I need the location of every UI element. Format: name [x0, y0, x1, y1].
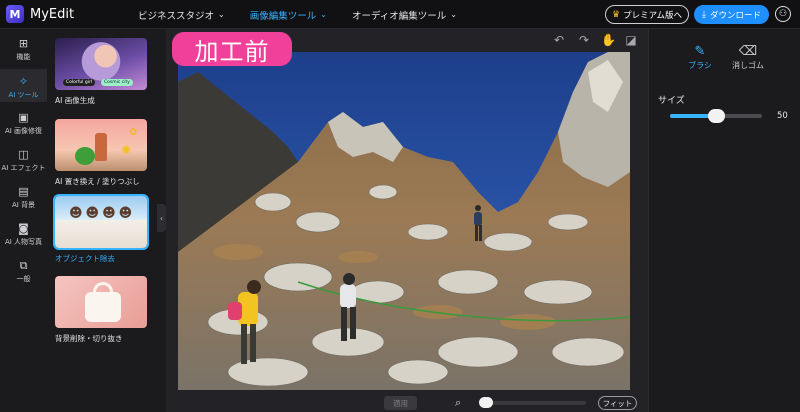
- redo-icon[interactable]: ↷: [577, 33, 591, 47]
- app-logo[interactable]: M MyEdit: [6, 5, 74, 23]
- size-label: サイズ: [658, 96, 685, 106]
- eraser-icon: ⌫: [738, 44, 758, 59]
- tool-card-ai-image-generation[interactable]: Colorful girl Cosmic city AI 画像生成: [55, 38, 147, 106]
- undo-icon[interactable]: ↶: [552, 33, 566, 47]
- handbag-handle: [93, 282, 113, 296]
- chevron-down-icon: ⌄: [218, 10, 225, 19]
- app-name: MyEdit: [30, 6, 75, 22]
- zoom-slider-track[interactable]: [480, 401, 586, 405]
- portrait-icon: ◙: [18, 222, 29, 235]
- size-value: 50: [777, 111, 788, 121]
- tool-card-object-removal[interactable]: ☻☻☻☻ オブジェクト除去: [53, 194, 149, 264]
- rail-label: AI ツール: [8, 91, 39, 99]
- brush-tab-label: ブラシ: [688, 61, 712, 70]
- eraser-tab-label: 消しゴム: [732, 61, 764, 70]
- zoom-slider-knob[interactable]: [479, 397, 493, 408]
- mountain-photo-image: [178, 52, 630, 390]
- main-nav: ビジネススタジオ ⌄ 画像編集ツール ⌄ オーディオ編集ツール ⌄: [138, 0, 482, 29]
- rail-label: AI 人物写真: [4, 238, 43, 246]
- tool-card-caption: オブジェクト除去: [55, 254, 115, 263]
- greenery-shape: [75, 147, 95, 165]
- rail-item-ai-background[interactable]: ▤ AI 背景: [0, 185, 47, 213]
- tool-preview-image: ✿ ✺: [55, 119, 147, 171]
- people-shape: ☻☻☻☻: [69, 206, 136, 221]
- brush-tab[interactable]: ✎ ブラシ: [680, 44, 720, 71]
- tool-card-background-removal[interactable]: 背景削除・切り抜き: [55, 276, 147, 344]
- brush-settings-panel: [648, 29, 800, 412]
- tool-preview-image: [55, 276, 147, 328]
- tool-card-caption: AI 置き換え / 塗りつぶし: [55, 177, 140, 186]
- rail-item-ai-effect[interactable]: ◫ AI エフェクト: [0, 148, 47, 176]
- brush-icon: ✎: [694, 44, 706, 59]
- eraser-tab[interactable]: ⌫ 消しゴム: [728, 44, 768, 71]
- editing-photo[interactable]: [178, 52, 630, 390]
- grid-icon: ⊞: [18, 37, 29, 50]
- download-icon: ⤓: [702, 9, 706, 20]
- chevron-down-icon: ⌄: [450, 10, 457, 19]
- background-icon: ▤: [18, 185, 29, 198]
- chip: Cosmic city: [101, 79, 133, 86]
- apply-button[interactable]: 適用: [384, 396, 417, 410]
- chevron-down-icon: ⌄: [320, 10, 327, 19]
- nav-audio-tools[interactable]: オーディオ編集ツール ⌄: [352, 8, 457, 22]
- rail-item-features[interactable]: ⊞ 機能: [0, 37, 47, 67]
- layers-icon: ⧉: [19, 259, 28, 272]
- compare-icon[interactable]: ◪: [624, 33, 638, 47]
- tool-preview-image: ☻☻☻☻: [53, 194, 149, 250]
- fit-button[interactable]: フィット: [598, 396, 637, 410]
- tool-card-ai-replace[interactable]: ✿ ✺ AI 置き換え / 塗りつぶし: [55, 119, 147, 187]
- tool-card-caption: AI 画像生成: [55, 96, 95, 105]
- rail-item-general[interactable]: ⧉ 一般: [0, 259, 47, 287]
- rail-item-ai-portrait[interactable]: ◙ AI 人物写真: [0, 222, 47, 250]
- nav-label: オーディオ編集ツール: [351, 10, 447, 22]
- nav-label: ビジネススタジオ: [138, 10, 215, 22]
- nav-image-tools[interactable]: 画像編集ツール ⌄: [250, 8, 327, 22]
- tool-thumbnails-panel: Colorful girl Cosmic city AI 画像生成 ✿ ✺ AI…: [47, 29, 158, 412]
- tool-category-rail: ⊞ 機能 ✧ AI ツール ▣ AI 画像修復 ◫ AI エフェクト ▤ AI …: [0, 29, 47, 412]
- rail-item-ai-image-repair[interactable]: ▣ AI 画像修復: [0, 111, 47, 139]
- crown-icon: ♛: [612, 9, 621, 20]
- handbag-shape: [85, 292, 121, 322]
- image-repair-icon: ▣: [18, 111, 29, 124]
- top-bar: M MyEdit ビジネススタジオ ⌄ 画像編集ツール ⌄ オーディオ編集ツール ⌄ …: [0, 0, 800, 29]
- tool-card-caption: 背景削除・切り抜き: [55, 334, 123, 343]
- effect-icon: ◫: [18, 148, 29, 161]
- premium-button[interactable]: ♛ プレミアム版へ: [605, 5, 689, 24]
- before-label-badge: 加工前: [172, 32, 292, 66]
- download-button[interactable]: ⤓ ダウンロード: [694, 5, 769, 24]
- tool-preview-image: Colorful girl Cosmic city: [55, 38, 147, 90]
- premium-label: プレミアム版へ: [623, 10, 682, 21]
- bottle-shape: [95, 133, 107, 161]
- rail-item-ai-tools[interactable]: ✧ AI ツール: [0, 69, 47, 102]
- nav-business-studio[interactable]: ビジネススタジオ ⌄: [138, 8, 225, 22]
- user-account-icon[interactable]: ⚇: [775, 6, 791, 22]
- nav-label: 画像編集ツール: [249, 10, 317, 22]
- zoom-search-icon: ⌕: [455, 396, 462, 409]
- rail-label: 機能: [16, 53, 31, 61]
- hand-pan-icon[interactable]: ✋: [601, 33, 616, 47]
- chip: Colorful girl: [63, 79, 96, 86]
- sunflower-icon: ✺: [121, 143, 132, 157]
- size-slider-knob[interactable]: [708, 109, 725, 123]
- download-label: ダウンロード: [709, 10, 761, 21]
- butterfly-icon: ✿: [129, 127, 138, 138]
- rail-label: 一般: [16, 275, 31, 283]
- rail-label: AI エフェクト: [1, 164, 46, 172]
- magic-wand-icon: ✧: [18, 75, 29, 88]
- collapse-panel-button[interactable]: ‹: [157, 204, 166, 232]
- rail-label: AI 背景: [11, 201, 36, 209]
- rail-label: AI 画像修復: [4, 127, 43, 135]
- myedit-logo-icon: M: [6, 5, 24, 23]
